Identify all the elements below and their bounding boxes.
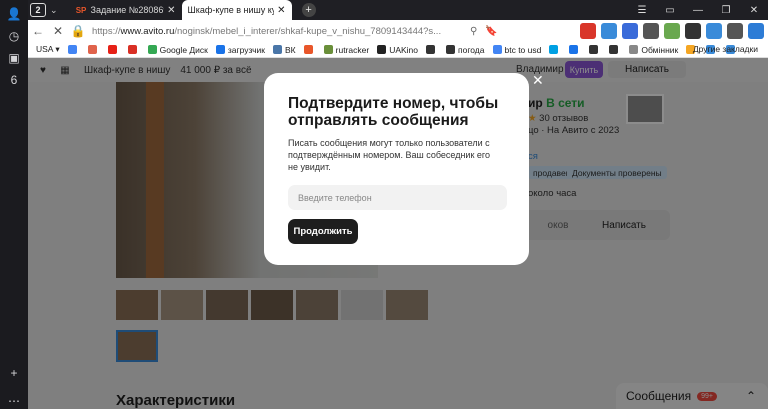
chevron-down-icon[interactable]: ⌄ [50, 5, 58, 16]
bookmark-gmail[interactable] [127, 45, 140, 54]
url-path: /noginsk/mebel_i_interer/shkaf-kupe_v_ni… [174, 25, 442, 37]
close-window-icon[interactable]: ✕ [740, 5, 768, 16]
tab-title: Задание №2808698 - про [90, 5, 165, 15]
extensions-row [580, 23, 764, 39]
download-icon[interactable] [748, 23, 764, 39]
sp-favicon-icon: SP [75, 5, 87, 15]
back-icon[interactable]: ← [28, 24, 48, 38]
bookmark-downloader[interactable]: загрузчик [215, 45, 265, 55]
browser-side-panel: 👤 ◷ ▣ 6 + ⋯ [0, 0, 28, 409]
tab-counter[interactable]: 2 ⌄ [30, 3, 58, 17]
bookmark-item[interactable] [569, 45, 581, 54]
bookmark-google-drive[interactable]: Google Диск [147, 45, 208, 55]
tab-avito[interactable]: Шкаф-купе в нишу куп ✕ [181, 0, 292, 20]
translate-icon[interactable]: ⚲ [470, 26, 477, 37]
close-icon[interactable]: ✕ [532, 72, 544, 89]
bookmark-panel-icon[interactable]: ▭ [656, 5, 684, 16]
bookmark-item[interactable] [549, 45, 561, 54]
bookmark-usa[interactable]: USA ▾ [36, 44, 60, 55]
bookmark-icon[interactable]: 🔖 [485, 26, 497, 37]
restore-icon[interactable]: ❐ [712, 5, 740, 16]
history-icon[interactable]: ◷ [6, 28, 22, 44]
extension-icon[interactable] [706, 23, 722, 39]
tab-strip: 2 ⌄ SP Задание №2808698 - про ✕ Шкаф-куп… [28, 0, 768, 20]
phone-input[interactable] [288, 185, 507, 210]
new-tab-button[interactable]: + [301, 3, 316, 17]
phone-verification-modal: Подтвердите номер, чтобы отправлять сооб… [264, 73, 529, 265]
extension-icon[interactable] [601, 23, 617, 39]
close-tab-icon[interactable]: ✕ [277, 5, 285, 16]
bookmark-uakino[interactable]: UAKino [377, 45, 418, 55]
other-bookmarks[interactable]: Другие закладки [693, 44, 758, 54]
extension-icon[interactable] [664, 23, 680, 39]
extension-icon[interactable] [622, 23, 638, 39]
continue-button[interactable]: Продолжить [288, 219, 358, 244]
address-bar: ← ✕ 🔒 https://www.avito.ru/noginsk/mebel… [28, 20, 768, 42]
close-tab-icon[interactable]: ✕ [167, 5, 175, 16]
modal-description: Писать сообщения могут только пользовате… [288, 138, 490, 172]
bookmark-youtube[interactable] [107, 45, 120, 54]
bookmark-item[interactable] [303, 45, 316, 54]
bookmark-google[interactable] [67, 45, 80, 54]
url-prefix: https:// [92, 25, 121, 37]
bookmark-vk[interactable]: ВК [273, 45, 296, 55]
bookmark-item[interactable] [609, 45, 621, 54]
extension-icon[interactable] [643, 23, 659, 39]
bookmark-item[interactable] [87, 45, 100, 54]
extension-icon[interactable] [727, 23, 743, 39]
add-panel-icon[interactable]: + [6, 365, 22, 381]
window-controls: ☰ ▭ — ❐ ✕ [628, 0, 768, 20]
tab-title: Шкаф-купе в нишу куп [187, 5, 275, 15]
stop-icon[interactable]: ✕ [48, 24, 68, 38]
tab-zadanie[interactable]: SP Задание №2808698 - про ✕ [70, 0, 182, 20]
bookmark-exchanger[interactable]: Обмінник [629, 45, 678, 55]
bookmarks-bar: USA ▾ Google Диск загрузчик ВК rutracker… [28, 42, 768, 58]
modal-title: Подтвердите номер, чтобы отправлять сооб… [288, 95, 499, 129]
bookmark-btc[interactable]: btc to usd [492, 45, 541, 55]
six-icon[interactable]: 6 [6, 72, 22, 88]
extension-icon[interactable] [685, 23, 701, 39]
bookmark-weather[interactable]: погода [446, 45, 485, 55]
extension-icon[interactable] [580, 23, 596, 39]
menu-icon[interactable]: ☰ [628, 5, 656, 16]
bookmark-item[interactable] [589, 45, 601, 54]
bookmark-item[interactable] [426, 45, 438, 54]
more-icon[interactable]: ⋯ [6, 393, 22, 409]
collections-icon[interactable]: ▣ [6, 50, 22, 66]
url-field[interactable]: https://www.avito.ru/noginsk/mebel_i_int… [92, 26, 462, 37]
lock-icon: 🔒 [70, 24, 86, 38]
url-host: www.avito.ru [120, 25, 175, 37]
tab-count-badge[interactable]: 2 [30, 3, 46, 17]
minimize-icon[interactable]: — [684, 5, 712, 16]
bookmark-rutracker[interactable]: rutracker [323, 45, 369, 55]
profile-icon[interactable]: 👤 [6, 6, 22, 22]
